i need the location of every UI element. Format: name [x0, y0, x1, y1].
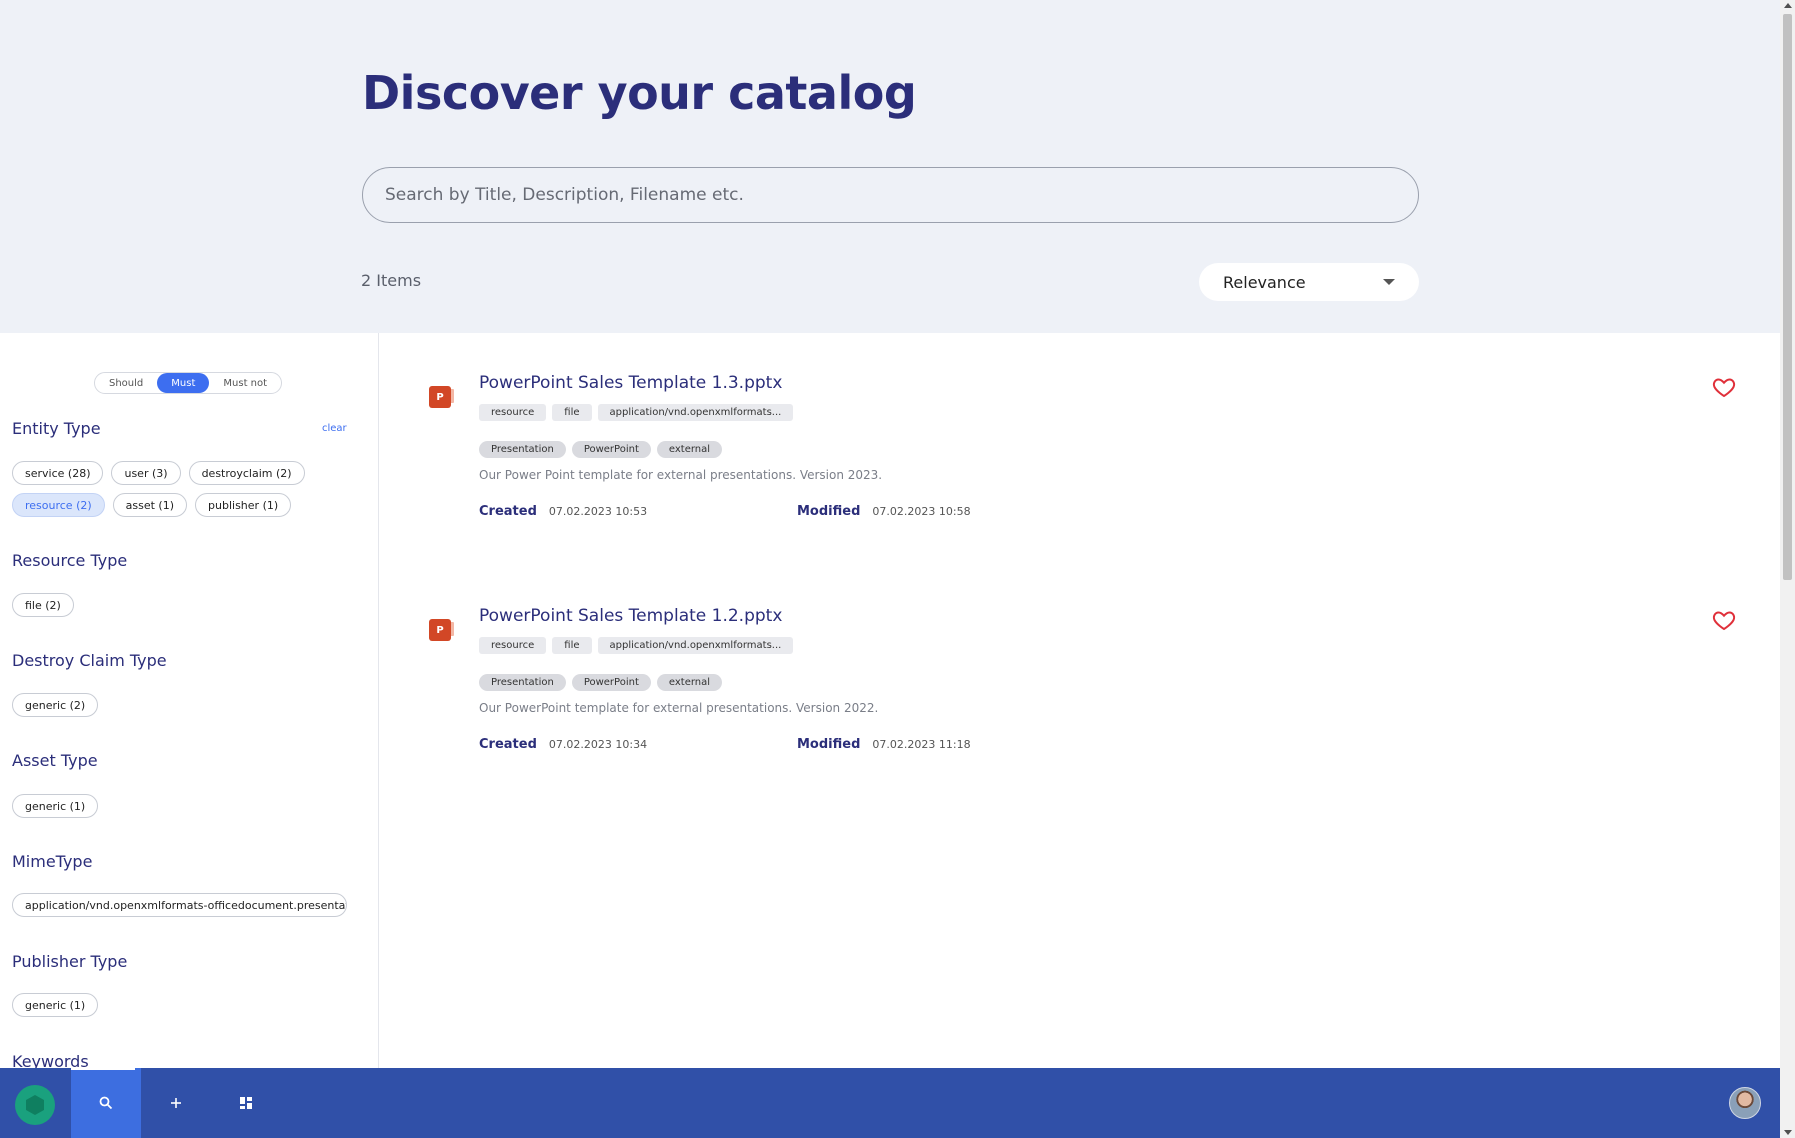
facet-chips-destroy-claim-type: generic (2): [12, 693, 99, 717]
search-box[interactable]: [362, 167, 1419, 223]
scroll-down-arrow-icon[interactable]: [1784, 1130, 1792, 1135]
facet-chip[interactable]: destroyclaim (2): [188, 461, 305, 485]
type-tag: file: [552, 637, 592, 654]
search-icon: [99, 1096, 113, 1110]
modified-value: 07.02.2023 11:18: [872, 738, 971, 751]
type-tag: resource: [479, 637, 547, 654]
mode-must[interactable]: Must: [157, 373, 210, 393]
facet-chips-entity-type-row2: resource (2) asset (1) publisher (1): [12, 493, 292, 517]
result-description: Our PowerPoint template for external pre…: [479, 701, 879, 715]
facet-chips-entity-type-row1: service (28) user (3) destroyclaim (2): [12, 461, 305, 485]
hero-header: Discover your catalog 2 Items Relevance: [0, 0, 1780, 333]
created-meta: Created 07.02.2023 10:53: [479, 504, 647, 519]
items-count: 2 Items: [361, 271, 422, 290]
result-keyword-tags: Presentation PowerPoint external: [479, 674, 723, 691]
facet-chip-selected[interactable]: resource (2): [12, 493, 105, 517]
favorite-heart-icon[interactable]: [1712, 608, 1736, 632]
powerpoint-file-icon: P: [429, 619, 454, 641]
facet-chip[interactable]: generic (1): [12, 794, 99, 818]
result-card[interactable]: P PowerPoint Sales Template 1.3.pptx res…: [425, 373, 1745, 543]
facet-chip[interactable]: generic (2): [12, 693, 99, 717]
mode-must-not[interactable]: Must not: [209, 373, 281, 393]
clear-filter-link[interactable]: clear: [322, 423, 347, 434]
facet-chip[interactable]: user (3): [111, 461, 181, 485]
facet-chips-resource-type: file (2): [12, 593, 74, 617]
type-tag: application/vnd.openxmlformats...: [597, 637, 794, 654]
modified-meta: Modified 07.02.2023 11:18: [797, 737, 971, 752]
facet-chip[interactable]: application/vnd.openxmlformats-officedoc…: [12, 893, 347, 917]
keyword-tag[interactable]: PowerPoint: [571, 674, 651, 691]
sort-value: Relevance: [1223, 272, 1306, 292]
created-label: Created: [479, 504, 537, 519]
result-title[interactable]: PowerPoint Sales Template 1.2.pptx: [479, 606, 782, 626]
add-nav-button[interactable]: [141, 1068, 211, 1138]
filter-sidebar: Should Must Must not Entity Type clear s…: [0, 333, 379, 1068]
keyword-tag[interactable]: PowerPoint: [571, 441, 651, 458]
result-type-tags: resource file application/vnd.openxmlfor…: [479, 637, 794, 654]
chevron-down-icon: [1383, 279, 1395, 285]
scroll-up-arrow-icon[interactable]: [1784, 3, 1792, 8]
facet-title-publisher-type: Publisher Type: [12, 952, 128, 971]
dashboard-nav-button[interactable]: [211, 1068, 281, 1138]
modified-label: Modified: [797, 737, 861, 752]
logo-icon[interactable]: [15, 1085, 55, 1125]
facet-chips-mimetype: application/vnd.openxmlformats-officedoc…: [12, 893, 347, 917]
keyword-tag[interactable]: Presentation: [479, 674, 566, 691]
keyword-tag[interactable]: external: [656, 441, 723, 458]
page-scrollbar[interactable]: [1780, 0, 1795, 1138]
created-value: 07.02.2023 10:34: [548, 738, 648, 751]
scroll-thumb[interactable]: [1783, 14, 1792, 580]
facet-chip[interactable]: file (2): [12, 593, 74, 617]
keyword-tag[interactable]: Presentation: [479, 441, 566, 458]
facet-chip[interactable]: service (28): [12, 461, 104, 485]
created-label: Created: [479, 737, 537, 752]
result-keyword-tags: Presentation PowerPoint external: [479, 441, 723, 458]
powerpoint-file-icon: P: [429, 386, 454, 408]
keyword-tag[interactable]: external: [656, 674, 723, 691]
modified-label: Modified: [797, 504, 861, 519]
type-tag: file: [552, 404, 592, 421]
dashboard-icon: [240, 1097, 252, 1109]
user-avatar[interactable]: [1729, 1087, 1761, 1119]
facet-chip[interactable]: asset (1): [112, 493, 188, 517]
type-tag: resource: [479, 404, 547, 421]
created-meta: Created 07.02.2023 10:34: [479, 737, 647, 752]
search-nav-button[interactable]: [71, 1068, 141, 1138]
bottom-nav-bar: [0, 1068, 1780, 1138]
result-type-tags: resource file application/vnd.openxmlfor…: [479, 404, 794, 421]
type-tag: application/vnd.openxmlformats...: [597, 404, 794, 421]
facet-chips-publisher-type: generic (1): [12, 993, 99, 1017]
facet-chips-asset-type: generic (1): [12, 794, 99, 818]
created-value: 07.02.2023 10:53: [548, 505, 648, 518]
favorite-heart-icon[interactable]: [1712, 375, 1736, 399]
mode-should[interactable]: Should: [95, 373, 157, 393]
facet-title-entity-type: Entity Type: [12, 419, 101, 438]
facet-title-keywords: Keywords: [12, 1052, 89, 1068]
search-input[interactable]: [385, 185, 1396, 205]
plus-icon: [171, 1098, 181, 1108]
facet-chip[interactable]: generic (1): [12, 993, 99, 1017]
match-mode-toggle[interactable]: Should Must Must not: [94, 372, 283, 394]
result-title[interactable]: PowerPoint Sales Template 1.3.pptx: [479, 373, 782, 393]
facet-title-asset-type: Asset Type: [12, 751, 98, 770]
sort-dropdown[interactable]: Relevance: [1199, 263, 1419, 301]
modified-value: 07.02.2023 10:58: [872, 505, 971, 518]
facet-title-resource-type: Resource Type: [12, 551, 128, 570]
facet-chip[interactable]: publisher (1): [195, 493, 292, 517]
result-description: Our Power Point template for external pr…: [479, 468, 883, 482]
modified-meta: Modified 07.02.2023 10:58: [797, 504, 971, 519]
page-title: Discover your catalog: [362, 66, 917, 120]
result-card[interactable]: P PowerPoint Sales Template 1.2.pptx res…: [425, 606, 1745, 776]
catalog-page: Discover your catalog 2 Items Relevance …: [0, 0, 1780, 1138]
facet-title-mimetype: MimeType: [12, 852, 93, 871]
facet-title-destroy-claim-type: Destroy Claim Type: [12, 651, 167, 670]
